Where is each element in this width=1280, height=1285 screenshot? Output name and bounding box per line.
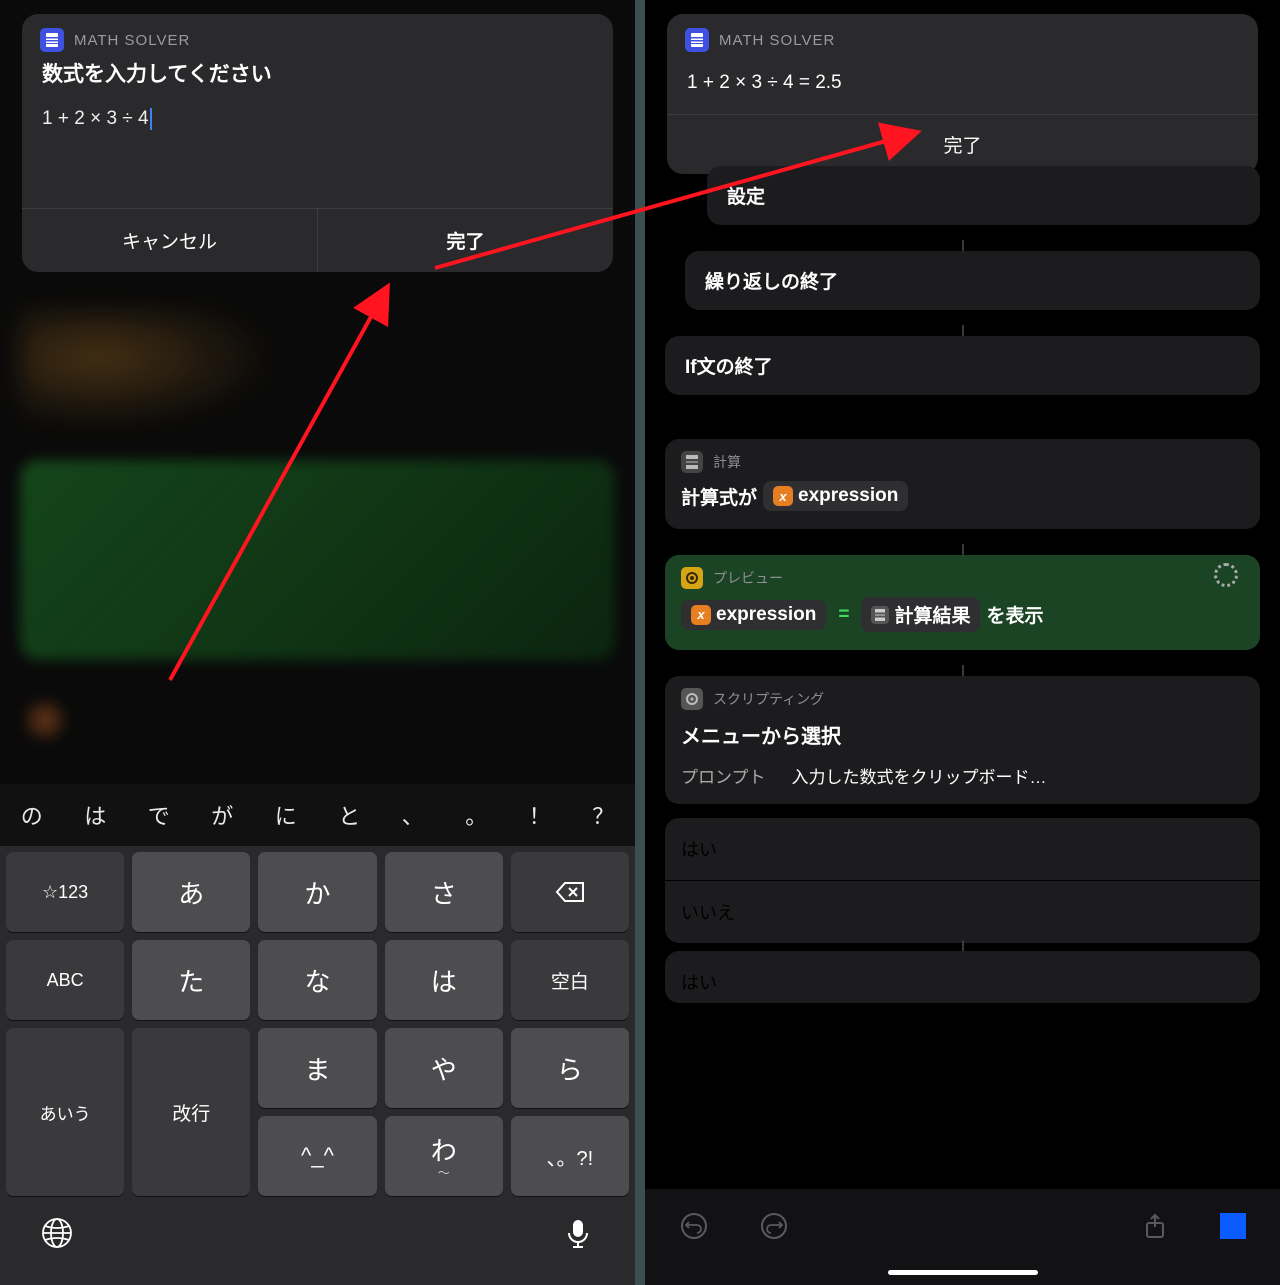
result-dialog: MATH SOLVER 1 + 2 × 3 ÷ 4 = 2.5 完了 <box>667 14 1258 174</box>
menu-option-no[interactable]: いいえ <box>665 881 1260 943</box>
calculator-icon <box>681 451 703 473</box>
expression-text-field[interactable]: 1 + 2 × 3 ÷ 4 <box>22 102 613 208</box>
play-button[interactable] <box>1220 1213 1246 1239</box>
menu-options-list-2: はい <box>665 951 1260 1003</box>
key-star123[interactable]: ☆123 <box>6 852 124 932</box>
dialog-app-name: MATH SOLVER <box>719 32 835 49</box>
key-ma[interactable]: ま <box>258 1028 376 1108</box>
variable-calc-result[interactable]: 計算結果 <box>861 597 980 632</box>
input-dialog: MATH SOLVER 数式を入力してください 1 + 2 × 3 ÷ 4 キャ… <box>22 14 613 272</box>
share-icon[interactable] <box>1140 1211 1170 1241</box>
key-punct[interactable]: 、。?! <box>511 1116 629 1196</box>
expression-text: 1 + 2 × 3 ÷ 4 <box>42 108 149 129</box>
shortcuts-action-list[interactable]: 設定 繰り返しの終了 If文の終了 計算 計算式が x expression <box>665 166 1260 1003</box>
result-text: 1 + 2 × 3 ÷ 4 = 2.5 <box>667 58 1258 114</box>
menu-options-list: はい いいえ <box>665 818 1260 943</box>
key-sa[interactable]: さ <box>385 852 503 932</box>
space-key[interactable]: 空白 <box>511 940 629 1020</box>
right-phone-screenshot: MATH SOLVER 1 + 2 × 3 ÷ 4 = 2.5 完了 設定 繰り… <box>645 0 1280 1285</box>
keyboard-bottom-bar <box>0 1199 635 1285</box>
menu-option-yes-2[interactable]: はい <box>665 951 1260 1003</box>
key-ta[interactable]: た <box>132 940 250 1020</box>
backspace-key[interactable] <box>511 852 629 932</box>
calc-result-icon <box>871 606 889 624</box>
done-button[interactable]: 完了 <box>318 209 613 272</box>
key-ha[interactable]: は <box>385 940 503 1020</box>
backspace-icon <box>555 881 585 903</box>
dialog-title: 数式を入力してください <box>22 58 613 102</box>
menu-option-yes[interactable]: はい <box>665 818 1260 880</box>
candidate[interactable]: の <box>0 784 64 846</box>
key-wa[interactable]: わ 〜 <box>385 1116 503 1196</box>
action-settei[interactable]: 設定 <box>707 166 1260 225</box>
undo-icon[interactable] <box>679 1211 709 1241</box>
text-cursor <box>150 108 152 130</box>
globe-icon[interactable] <box>40 1216 74 1250</box>
calculator-app-icon <box>40 28 64 52</box>
candidate[interactable]: 。 <box>445 784 509 846</box>
action-if-end[interactable]: If文の終了 <box>665 336 1260 395</box>
candidate[interactable]: ？ <box>572 784 636 846</box>
key-na[interactable]: な <box>258 940 376 1020</box>
cancel-button[interactable]: キャンセル <box>22 209 318 272</box>
candidate[interactable]: 、 <box>381 784 445 846</box>
key-ya[interactable]: や <box>385 1028 503 1108</box>
variable-expression[interactable]: x expression <box>763 481 908 511</box>
key-ra[interactable]: ら <box>511 1028 629 1108</box>
candidate[interactable]: で <box>127 784 191 846</box>
candidate[interactable]: に <box>254 784 318 846</box>
candidate[interactable]: が <box>191 784 255 846</box>
key-ka[interactable]: か <box>258 852 376 932</box>
variable-icon: x <box>773 486 793 506</box>
key-emoticon[interactable]: ^_^ <box>258 1116 376 1196</box>
dialog-app-name: MATH SOLVER <box>74 32 190 49</box>
mic-icon[interactable] <box>561 1216 595 1250</box>
candidate[interactable]: と <box>318 784 382 846</box>
spinner-icon <box>1214 563 1238 587</box>
gear-icon <box>681 688 703 710</box>
left-phone-screenshot: MATH SOLVER 数式を入力してください 1 + 2 × 3 ÷ 4 キャ… <box>0 0 635 1285</box>
action-menu-select[interactable]: スクリプティング メニューから選択 プロンプト 入力した数式をクリップボード… <box>665 676 1260 804</box>
key-a[interactable]: あ <box>132 852 250 932</box>
key-aiu[interactable]: あいう <box>6 1028 124 1196</box>
redo-icon[interactable] <box>759 1211 789 1241</box>
action-preview[interactable]: プレビュー x expression = 計算結果 を表示 <box>665 555 1260 650</box>
prompt-label: プロンプト <box>681 763 766 788</box>
action-calculate[interactable]: 計算 計算式が x expression <box>665 439 1260 529</box>
calculator-app-icon <box>685 28 709 52</box>
key-abc[interactable]: ABC <box>6 940 124 1020</box>
candidate[interactable]: ！ <box>508 784 572 846</box>
ime-candidate-bar[interactable]: の は で が に と 、 。 ！ ？ <box>0 784 635 846</box>
result-done-button[interactable]: 完了 <box>667 114 1258 174</box>
prompt-value[interactable]: 入力した数式をクリップボード… <box>792 763 1047 788</box>
preview-icon <box>681 567 703 589</box>
candidate[interactable]: は <box>64 784 128 846</box>
action-repeat-end[interactable]: 繰り返しの終了 <box>685 251 1260 310</box>
variable-expression[interactable]: x expression <box>681 600 826 630</box>
home-indicator[interactable] <box>888 1270 1038 1275</box>
variable-icon: x <box>691 605 711 625</box>
enter-key[interactable]: 改行 <box>132 1028 250 1196</box>
